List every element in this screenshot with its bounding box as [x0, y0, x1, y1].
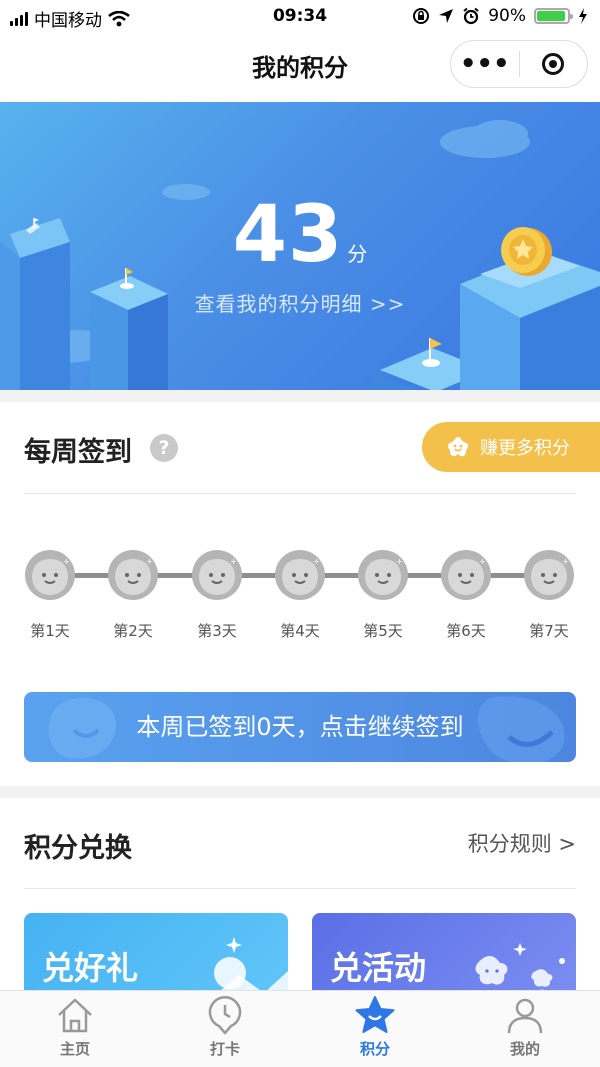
- weekly-checkin-card: 每周签到 ? 赚更多积分 + 第1天 + 第2天 + 第3天 + 第4天 + 第: [0, 402, 600, 786]
- checkin-title: 每周签到: [24, 437, 132, 468]
- checkin-button[interactable]: 本周已签到0天，点击继续签到: [24, 692, 576, 762]
- day-label: 第6天: [446, 622, 486, 640]
- more-icon[interactable]: •••: [451, 51, 519, 77]
- tab-bar: 主页 打卡 积分 我的: [0, 990, 600, 1067]
- exchange-title: 积分兑换: [24, 833, 132, 864]
- points-display: 43 分: [0, 190, 600, 280]
- nav-bar: 我的积分 •••: [0, 34, 600, 102]
- points-exchange-section: 积分兑换 积分规则 > 兑好礼 兑活动: [0, 798, 600, 1013]
- tab-points[interactable]: 积分: [300, 995, 450, 1059]
- points-value: 43: [232, 190, 344, 280]
- unchecked-day-icon: +: [275, 550, 325, 600]
- clock-pin-icon: [208, 996, 242, 1035]
- alarm-icon: [463, 7, 479, 25]
- unchecked-day-icon: +: [524, 550, 574, 600]
- day-label: 第2天: [113, 622, 153, 640]
- status-bar: 中国移动 09:34 90%: [0, 0, 600, 34]
- user-icon: [507, 998, 543, 1034]
- points-rules-link[interactable]: 积分规则 >: [468, 828, 576, 858]
- svg-text:+: +: [63, 557, 70, 566]
- earn-more-label: 赚更多积分: [480, 438, 570, 459]
- day-item-3: + 第3天: [187, 550, 247, 641]
- redeem-gift-label: 兑好礼: [42, 949, 139, 987]
- day-label: 第7天: [529, 622, 569, 640]
- section-divider: [24, 888, 576, 889]
- svg-text:+: +: [146, 557, 153, 566]
- svg-text:+: +: [562, 557, 569, 566]
- tab-checkin[interactable]: 打卡: [150, 995, 300, 1059]
- points-banner: 43 分 查看我的积分明细 >>: [0, 102, 600, 390]
- unchecked-day-icon: +: [358, 550, 408, 600]
- mini-program-capsule: •••: [450, 40, 588, 88]
- points-unit: 分: [347, 242, 368, 266]
- battery-icon: [534, 8, 573, 24]
- svg-text:+: +: [230, 557, 237, 566]
- checkin-button-label: 本周已签到0天，点击继续签到: [136, 713, 464, 741]
- day-label: 第3天: [197, 622, 237, 640]
- day-label: 第5天: [363, 622, 403, 640]
- tab-profile-label: 我的: [509, 1040, 540, 1058]
- unchecked-day-icon: +: [192, 550, 242, 600]
- day-item-1: + 第1天: [20, 550, 80, 641]
- svg-text:+: +: [396, 557, 403, 566]
- tab-home-label: 主页: [59, 1040, 90, 1058]
- orientation-lock-icon: [413, 8, 430, 24]
- location-icon: [439, 9, 454, 23]
- section-divider: [24, 493, 576, 494]
- tab-checkin-label: 打卡: [209, 1040, 240, 1058]
- star-icon: [355, 996, 395, 1033]
- home-icon: [58, 998, 92, 1033]
- smile-star-icon: [448, 437, 468, 457]
- battery-percent: 90%: [488, 6, 526, 26]
- unchecked-day-icon: +: [108, 550, 158, 600]
- tab-points-label: 积分: [359, 1040, 390, 1058]
- day-item-5: + 第5天: [353, 550, 413, 641]
- day-item-6: + 第6天: [436, 550, 496, 641]
- charging-icon: [579, 8, 587, 24]
- unchecked-day-icon: +: [25, 550, 75, 600]
- svg-text:+: +: [479, 557, 486, 566]
- earn-more-points-button[interactable]: 赚更多积分: [422, 422, 600, 472]
- unchecked-day-icon: +: [441, 550, 491, 600]
- points-detail-link[interactable]: 查看我的积分明细 >>: [0, 288, 600, 317]
- day-label: 第1天: [30, 622, 70, 640]
- day-item-2: + 第2天: [103, 550, 163, 641]
- svg-text:+: +: [313, 557, 320, 566]
- tab-home[interactable]: 主页: [0, 995, 150, 1059]
- day-item-7: + 第7天: [519, 550, 579, 641]
- checkin-days: + 第1天 + 第2天 + 第3天 + 第4天 + 第5天 + 第6天 + 第7…: [24, 550, 576, 650]
- day-label: 第4天: [280, 622, 320, 640]
- help-icon[interactable]: ?: [150, 434, 178, 462]
- redeem-activity-label: 兑活动: [330, 949, 427, 987]
- day-item-4: + 第4天: [270, 550, 330, 641]
- tab-profile[interactable]: 我的: [450, 995, 600, 1059]
- close-target-icon[interactable]: [520, 53, 588, 75]
